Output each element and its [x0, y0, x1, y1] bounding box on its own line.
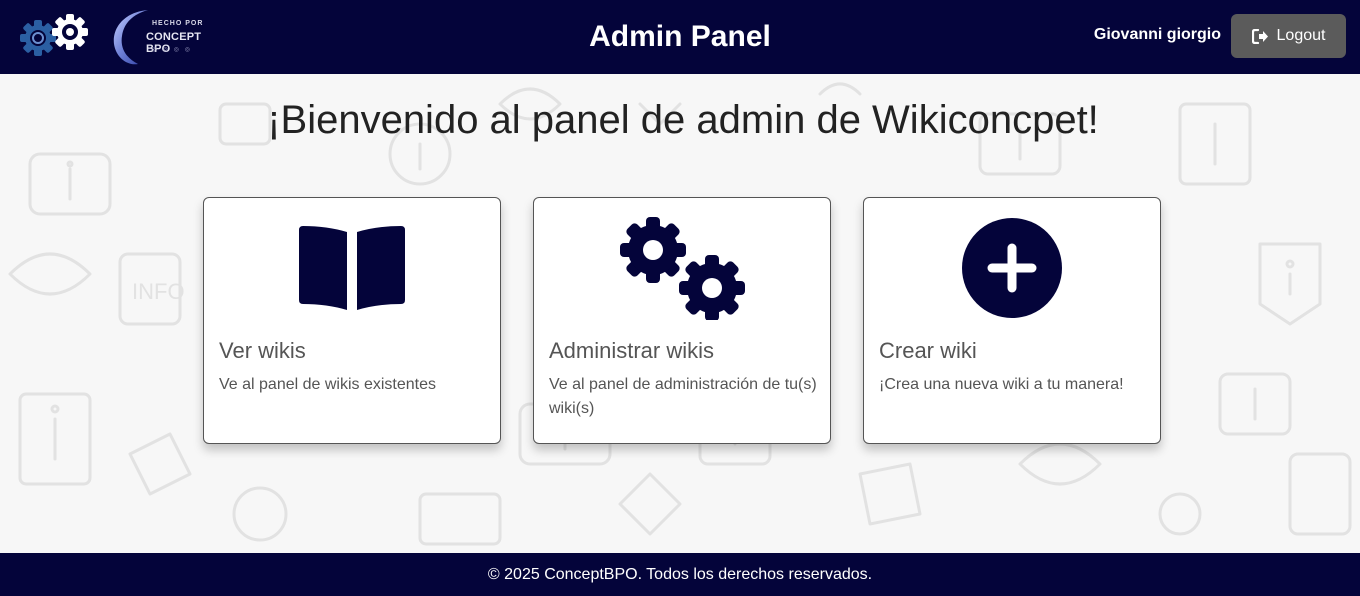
footer: © 2025 ConceptBPO. Todos los derechos re…: [0, 553, 1360, 596]
card-administrar-wikis[interactable]: Administrar wikis Ve al panel de adminis…: [533, 197, 831, 444]
footer-copyright: © 2025 ConceptBPO. Todos los derechos re…: [487, 566, 873, 583]
card-title: Ver wikis: [219, 338, 306, 363]
sign-out-icon: [1251, 28, 1268, 44]
card-ver-wikis[interactable]: Ver wikis Ve al panel de wikis existente…: [203, 197, 501, 444]
brand-made-by-label: HECHO POR: [152, 20, 204, 27]
user-name: Giovanni giorgio: [1093, 26, 1221, 43]
gears-icon: [534, 216, 830, 320]
top-navbar: HECHO POR CONCEPT BPO ◎ ◎ ◎ ◎ Admin Pane…: [0, 0, 1360, 74]
card-description: Ve al panel de administración de tu(s) w…: [549, 376, 817, 417]
card-description: ¡Crea una nueva wiki a tu manera!: [879, 376, 1124, 393]
welcome-heading: ¡Bienvenido al panel de admin de Wikicon…: [267, 98, 1099, 142]
concept-bpo-logo[interactable]: HECHO POR CONCEPT BPO ◎ ◎ ◎ ◎: [108, 6, 214, 66]
logout-label: Logout: [1276, 27, 1326, 44]
book-open-icon: [204, 216, 500, 320]
card-title: Administrar wikis: [549, 338, 715, 363]
logout-button[interactable]: Logout: [1231, 14, 1346, 58]
card-description: Ve al panel de wikis existentes: [219, 376, 437, 393]
gears-logo-icon[interactable]: [16, 12, 92, 60]
brand-social-icons: ◎ ◎ ◎ ◎: [152, 47, 192, 53]
plus-circle-icon: [864, 216, 1160, 320]
card-crear-wiki[interactable]: Crear wiki ¡Crea una nueva wiki a tu man…: [863, 197, 1161, 444]
card-title: Crear wiki: [879, 338, 977, 363]
svg-text:INFO: INFO: [132, 279, 185, 304]
